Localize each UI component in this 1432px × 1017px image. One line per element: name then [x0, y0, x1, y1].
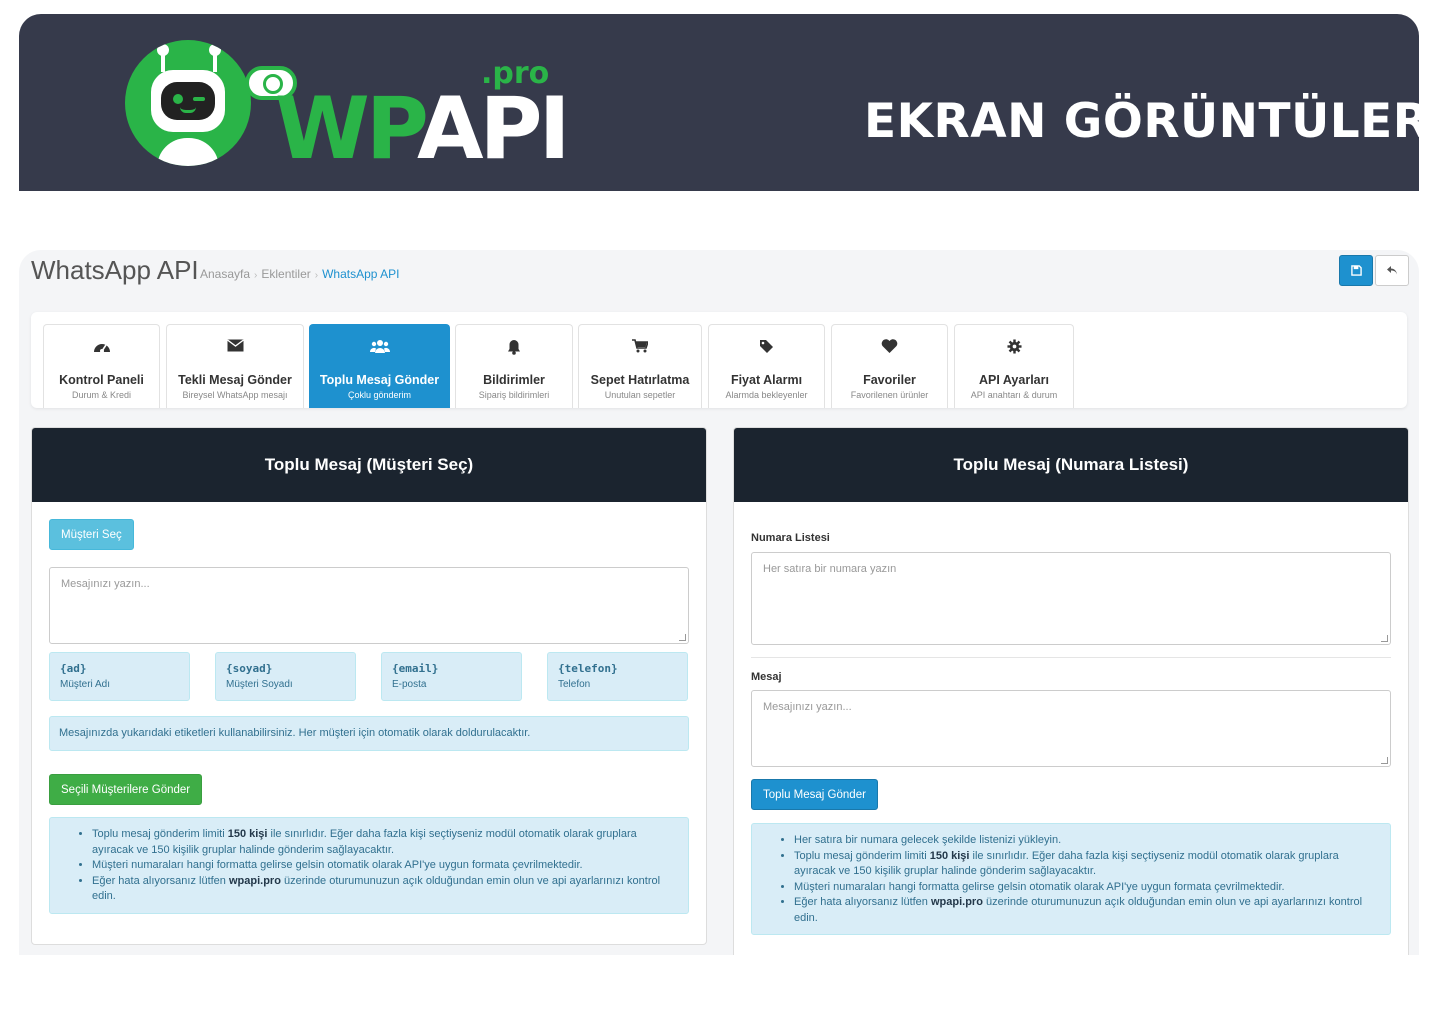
- tag-info-alert: Mesajınızda yukarıdaki etiketleri kullan…: [49, 716, 689, 751]
- message-textarea[interactable]: Mesajınızı yazın...: [49, 567, 689, 644]
- logo-wordmark: WPAPI: [275, 79, 571, 179]
- tab-cart-reminder[interactable]: Sepet Hatırlatma Unutulan sepetler: [578, 324, 702, 408]
- breadcrumb: Anasayfa › Eklentiler › WhatsApp API: [200, 267, 400, 281]
- tab-notifications[interactable]: Bildirimler Sipariş bildirimleri: [455, 324, 573, 408]
- bulk-send-button[interactable]: Toplu Mesaj Gönder: [751, 779, 878, 810]
- numbers-label: Numara Listesi: [751, 532, 830, 544]
- dashboard-icon: [44, 339, 159, 359]
- users-icon: [310, 339, 449, 359]
- save-button[interactable]: [1339, 255, 1373, 286]
- tab-bulk-message[interactable]: Toplu Mesaj Gönder Çoklu gönderim: [309, 324, 450, 408]
- note-item: Eğer hata alıyorsanız lütfen wpapi.pro ü…: [794, 895, 1378, 926]
- gear-icon: [955, 339, 1073, 359]
- module-tabs: Kontrol Paneli Durum & Kredi Tekli Mesaj…: [31, 312, 1407, 408]
- note-item: Eğer hata alıyorsanız lütfen wpapi.pro ü…: [92, 874, 676, 905]
- notes-alert: Toplu mesaj gönderim limiti 150 kişi ile…: [49, 817, 689, 914]
- divider: [751, 657, 1391, 658]
- tag-telefon[interactable]: {telefon} Telefon: [547, 652, 688, 701]
- customer-bulk-panel: Toplu Mesaj (Müşteri Seç) Müşteri Seç Me…: [31, 427, 707, 945]
- tab-favorites[interactable]: Favoriler Favorilenen ürünler: [831, 324, 948, 408]
- notes-alert: Her satıra bir numara gelecek şekilde li…: [751, 823, 1391, 935]
- tag-soyad[interactable]: {soyad} Müşteri Soyadı: [215, 652, 356, 701]
- page-title: WhatsApp API: [31, 255, 199, 285]
- note-item: Müşteri numaraları hangi formatta gelirs…: [794, 880, 1378, 896]
- select-customer-button[interactable]: Müşteri Seç: [49, 519, 134, 550]
- tab-price-alarm[interactable]: Fiyat Alarmı Alarmda bekleyenler: [708, 324, 825, 408]
- tab-dashboard[interactable]: Kontrol Paneli Durum & Kredi: [43, 324, 160, 408]
- cart-icon: [579, 339, 701, 359]
- tab-single-message[interactable]: Tekli Mesaj Gönder Bireysel WhatsApp mes…: [166, 324, 304, 408]
- page-header: WhatsApp API Anasayfa › Eklentiler › WhatsAp…: [19, 250, 1419, 300]
- breadcrumb-current[interactable]: WhatsApp API: [322, 267, 399, 281]
- note-item: Müşteri numaraları hangi formatta gelirs…: [92, 858, 676, 874]
- admin-area: WhatsApp API Anasayfa › Eklentiler › WhatsAp…: [19, 250, 1419, 955]
- panel-title: Toplu Mesaj (Müşteri Seç): [32, 428, 706, 502]
- breadcrumb-extensions[interactable]: Eklentiler: [261, 267, 310, 281]
- message-textarea[interactable]: Mesajınızı yazın...: [751, 690, 1391, 767]
- note-item: Her satıra bir numara gelecek şekilde li…: [794, 833, 1378, 849]
- numbers-textarea[interactable]: Her satıra bir numara yazın: [751, 552, 1391, 645]
- message-label: Mesaj: [751, 671, 782, 683]
- tab-api-settings[interactable]: API Ayarları API anahtarı & durum: [954, 324, 1074, 408]
- wpapi-logo: WPAPI .pro: [125, 36, 571, 176]
- promo-banner: WPAPI .pro EKRAN GÖRÜNTÜLERI: [19, 14, 1432, 191]
- tag-ad[interactable]: {ad} Müşteri Adı: [49, 652, 190, 701]
- number-list-bulk-panel: Toplu Mesaj (Numara Listesi) Numara List…: [733, 427, 1409, 955]
- note-item: Toplu mesaj gönderim limiti 150 kişi ile…: [794, 849, 1378, 880]
- banner-title: EKRAN GÖRÜNTÜLERI: [864, 94, 1432, 149]
- breadcrumb-home[interactable]: Anasayfa: [200, 267, 250, 281]
- panel-title: Toplu Mesaj (Numara Listesi): [734, 428, 1408, 502]
- robot-icon: [125, 40, 251, 166]
- note-item: Toplu mesaj gönderim limiti 150 kişi ile…: [92, 827, 676, 858]
- logo-pro-suffix: .pro: [481, 56, 550, 91]
- envelope-icon: [167, 339, 303, 359]
- tag-email[interactable]: {email} E-posta: [381, 652, 522, 701]
- send-selected-customers-button[interactable]: Seçili Müşterilere Gönder: [49, 774, 203, 805]
- heart-icon: [832, 339, 947, 359]
- tag-icon: [709, 339, 824, 359]
- bell-icon: [456, 339, 572, 359]
- back-button[interactable]: [1375, 255, 1409, 286]
- save-icon: [1350, 265, 1362, 276]
- reply-icon: [1387, 266, 1397, 275]
